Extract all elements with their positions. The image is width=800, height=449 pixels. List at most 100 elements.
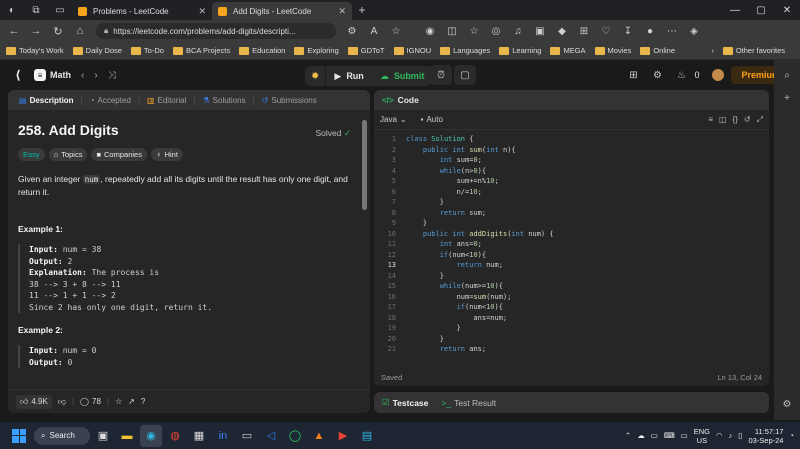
profile-avatar-icon[interactable]: ● [640, 21, 660, 41]
refresh-icon[interactable]: ↻ [48, 21, 68, 41]
close-tab-icon[interactable]: ✕ [198, 6, 206, 17]
bookmark-folder[interactable]: Learning [499, 46, 541, 55]
tab-submissions[interactable]: ↺ Submissions [259, 96, 320, 105]
maximize-icon[interactable]: ▢ [748, 5, 774, 16]
fullscreen-icon[interactable]: ⤢ [757, 115, 763, 125]
close-tab-icon[interactable]: ✕ [338, 6, 346, 17]
bookmarks-overflow-icon[interactable]: › [711, 46, 714, 55]
favorite-star-icon[interactable]: ☆ [386, 21, 406, 41]
user-avatar[interactable] [707, 65, 729, 85]
other-favorites-folder[interactable]: Other favorites [722, 46, 785, 55]
bookmark-folder[interactable]: Today's Work [6, 46, 64, 55]
input-language[interactable]: ENG US [694, 427, 710, 445]
shuffle-icon[interactable]: ⤨ [108, 70, 116, 81]
bookmark-folder[interactable]: Movies [594, 46, 631, 55]
url-input[interactable]: 🔒︎ https://leetcode.com/problems/add-dig… [96, 23, 336, 39]
calculator-icon[interactable]: ▤ [356, 425, 378, 447]
monitor-icon[interactable]: ▭ [681, 431, 688, 440]
profile-icon[interactable]: ◐ [0, 0, 24, 20]
bookmark-folder[interactable]: Exploring [294, 46, 339, 55]
keyboard-icon[interactable]: ⌨ [664, 431, 675, 440]
collections-icon[interactable]: ⊞ [574, 21, 594, 41]
vlc-icon[interactable]: ▲ [308, 425, 330, 447]
bookmark-icon[interactable]: ◫ [719, 115, 727, 125]
next-problem-icon[interactable]: › [94, 70, 97, 81]
browser-tab-add-digits[interactable]: Add Digits - LeetCode ✕ [212, 2, 352, 20]
battery-status-icon[interactable]: ▯ [738, 431, 742, 440]
braces-icon[interactable]: {} [733, 115, 738, 125]
tab-description[interactable]: ▤ Description [16, 96, 77, 105]
streak-fire-icon[interactable]: ♨ [670, 65, 692, 85]
share-icon[interactable]: ↗ [128, 397, 135, 406]
hint-tag[interactable]: ♀ Hint [150, 148, 183, 161]
dislike-button[interactable]: 👎︎ [58, 397, 66, 407]
auto-mode-toggle[interactable]: ▪ Auto [421, 115, 443, 124]
file-explorer-icon[interactable]: ▬ [116, 425, 138, 447]
forward-icon[interactable]: → [26, 21, 46, 41]
tab-actions-icon[interactable]: ▭ [48, 0, 72, 20]
close-window-icon[interactable]: ✕ [774, 5, 800, 16]
battery-icon[interactable]: ▭ [651, 431, 658, 440]
clock[interactable]: 11:57:17 03-Sep-24 [748, 427, 783, 445]
add-icon[interactable]: + [784, 93, 790, 104]
tab-solutions[interactable]: ⚗ Solutions [199, 96, 248, 105]
linkedin-icon[interactable]: in [212, 425, 234, 447]
debug-icon[interactable]: ✹ [305, 66, 327, 86]
whatsapp-icon[interactable]: ◯ [284, 425, 306, 447]
leetcode-logo-icon[interactable]: ⟨ [10, 67, 26, 83]
onedrive-icon[interactable]: ☁ [637, 431, 645, 440]
bookmark-folder[interactable]: Languages [440, 46, 490, 55]
extension-icon[interactable]: ▣ [530, 21, 550, 41]
edge-icon[interactable]: ◉ [140, 424, 162, 447]
description-scrollbar[interactable] [362, 120, 367, 380]
taskbar-search[interactable]: ⌕ Search [34, 426, 90, 445]
run-button[interactable]: ▶ Run [326, 66, 371, 86]
language-select[interactable]: Java ⌄ [380, 115, 407, 124]
alarm-icon[interactable]: ⏰︎ [430, 65, 452, 85]
task-view-icon[interactable]: ▣ [92, 425, 114, 447]
settings-gear-icon[interactable]: ⚙ [646, 65, 668, 85]
search-icon[interactable]: ⌕ [784, 70, 790, 81]
layout-icon[interactable]: ⊞ [622, 65, 644, 85]
bookmark-folder[interactable]: BCA Projects [172, 46, 230, 55]
submit-button[interactable]: ☁ Submit [372, 66, 433, 86]
help-icon[interactable]: ? [141, 397, 145, 406]
bookmark-folder[interactable]: MEGA [550, 46, 586, 55]
vscode-icon[interactable]: ◁ [260, 425, 282, 447]
notes-icon[interactable]: ▢ [454, 65, 476, 85]
scrollbar-thumb[interactable] [362, 120, 367, 210]
bookmark-folder[interactable]: Education [239, 46, 285, 55]
start-icon[interactable] [12, 428, 26, 443]
read-aloud-icon[interactable]: A [364, 21, 384, 41]
bookmark-folder[interactable]: To-Do [130, 46, 164, 55]
browser-essentials-icon[interactable]: ♡ [596, 21, 616, 41]
volume-icon[interactable]: ♪ [729, 431, 733, 440]
format-icon[interactable]: ≡ [708, 115, 713, 125]
store-icon[interactable]: ▦ [188, 425, 210, 447]
chrome-icon[interactable]: ◍ [164, 425, 186, 447]
comments-button[interactable]: ◯ 78 [80, 397, 101, 406]
media-player-icon[interactable]: ▶ [332, 425, 354, 447]
tab-testcase[interactable]: ☑ Testcase [382, 397, 428, 408]
bookmark-folder[interactable]: IGNOU [393, 46, 431, 55]
extension-icon[interactable]: ◎ [486, 21, 506, 41]
problem-list-breadcrumb[interactable]: ≡ Math [34, 69, 71, 81]
favorites-icon[interactable]: ☆ [464, 21, 484, 41]
back-icon[interactable]: ← [4, 21, 24, 41]
reset-icon[interactable]: ↺ [744, 115, 751, 125]
extension-icon[interactable]: ♫ [508, 21, 528, 41]
minimize-icon[interactable]: — [722, 5, 748, 16]
prev-problem-icon[interactable]: ‹ [81, 70, 84, 81]
downloads-icon[interactable]: ↧ [618, 21, 638, 41]
tab-editorial[interactable]: ▥ Editorial [144, 96, 189, 105]
terminal-icon[interactable]: ▭ [236, 425, 258, 447]
notifications-icon[interactable]: ◔ [789, 431, 794, 440]
copilot-icon[interactable]: ◈ [684, 21, 704, 41]
tab-accepted[interactable]: ◔ Accepted [87, 96, 134, 105]
settings-gear-icon[interactable]: ⚙ [783, 399, 792, 410]
star-icon[interactable]: ☆ [115, 397, 122, 406]
more-menu-icon[interactable]: ⋯ [662, 21, 682, 41]
split-screen-icon[interactable]: ◫ [442, 21, 462, 41]
topics-tag[interactable]: ⌂ Topics [48, 148, 88, 161]
bookmark-folder[interactable]: Daily Dose [72, 46, 122, 55]
